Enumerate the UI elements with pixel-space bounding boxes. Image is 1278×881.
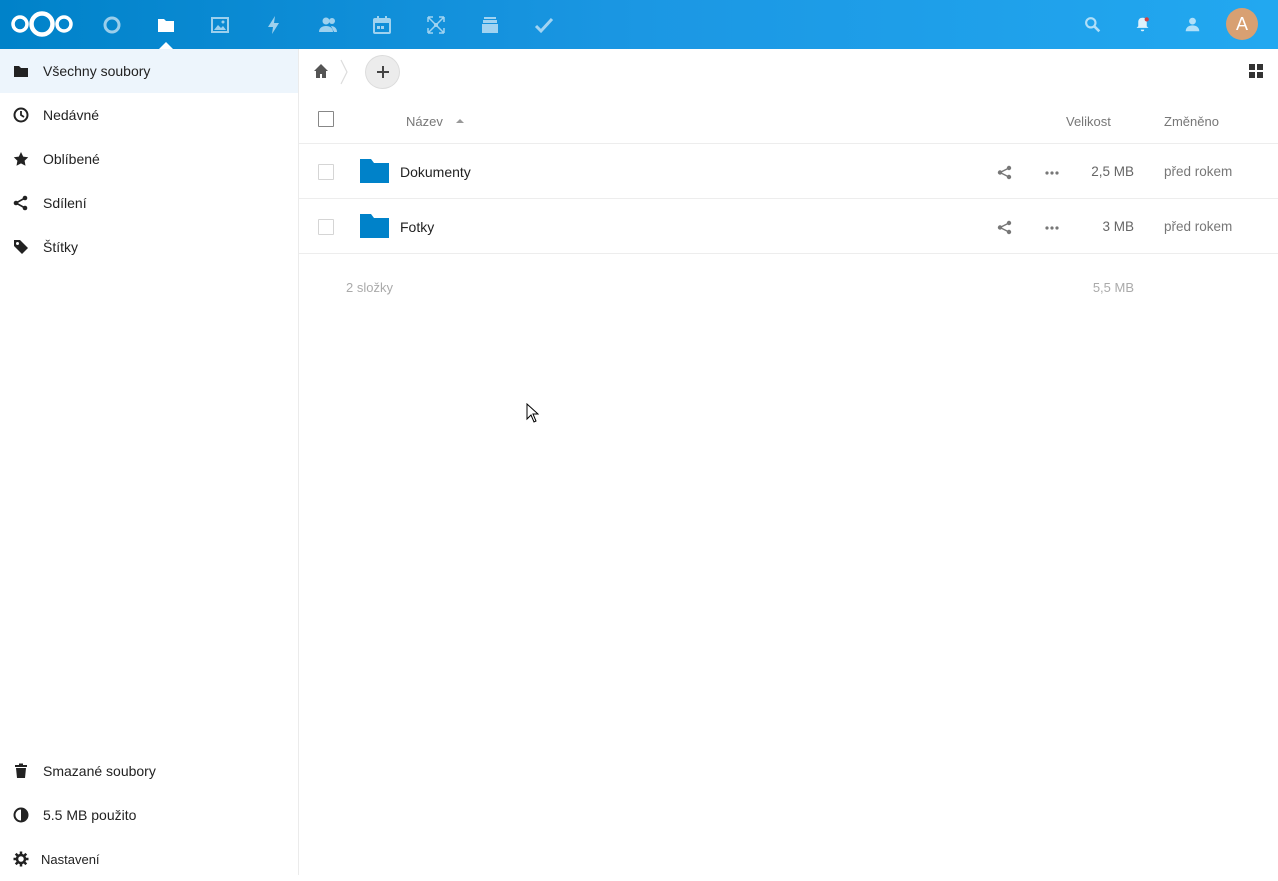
sidebar-item-favorites[interactable]: Oblíbené <box>0 137 298 181</box>
folder-icon <box>158 18 174 32</box>
bell-icon <box>1136 17 1149 32</box>
stack-icon <box>482 16 498 33</box>
select-all-checkbox[interactable] <box>318 111 334 127</box>
column-size[interactable]: Velikost <box>1066 114 1111 129</box>
table-row[interactable]: Fotky 3 MB před rokem <box>299 199 1278 254</box>
app-files[interactable] <box>139 0 193 49</box>
controls-bar <box>299 49 1278 95</box>
gear-icon <box>13 851 29 867</box>
file-size: 2,5 MB <box>1091 164 1134 179</box>
row-checkbox[interactable] <box>318 164 334 180</box>
network-icon <box>427 15 445 34</box>
pie-chart-icon <box>13 807 29 823</box>
more-options-icon[interactable] <box>1044 220 1060 236</box>
share-icon <box>13 195 28 211</box>
folder-icon <box>360 214 389 238</box>
column-name[interactable]: Název <box>406 114 443 129</box>
grid-view-icon[interactable] <box>1249 64 1263 78</box>
circle-icon <box>103 16 121 33</box>
summary-total-size: 5,5 MB <box>1092 280 1134 295</box>
share-icon[interactable] <box>997 165 1012 180</box>
app-maps[interactable] <box>409 0 463 49</box>
search-button[interactable] <box>1072 0 1112 49</box>
calendar-icon <box>373 15 391 34</box>
app-dashboard[interactable] <box>85 0 139 49</box>
folder-icon <box>360 159 389 183</box>
contacts-icon <box>319 17 337 32</box>
search-icon <box>1084 17 1100 33</box>
file-name[interactable]: Fotky <box>400 219 434 235</box>
folder-icon <box>14 66 28 77</box>
mouse-cursor-icon <box>526 403 539 423</box>
app-contacts[interactable] <box>301 0 355 49</box>
app-photos[interactable] <box>193 0 247 49</box>
sort-ascending-icon <box>456 119 464 123</box>
home-icon[interactable] <box>313 63 329 79</box>
contacts-menu-button[interactable] <box>1172 0 1212 49</box>
file-name[interactable]: Dokumenty <box>400 164 471 180</box>
sidebar-item-shares[interactable]: Sdílení <box>0 181 298 225</box>
file-list-summary: 2 složky 5,5 MB <box>299 254 1278 318</box>
more-options-icon[interactable] <box>1044 165 1060 181</box>
app-calendar[interactable] <box>355 0 409 49</box>
avatar[interactable]: A <box>1226 8 1258 40</box>
app-tasks[interactable] <box>517 0 571 49</box>
image-icon <box>211 16 229 33</box>
summary-count: 2 složky <box>346 280 393 295</box>
column-modified[interactable]: Změněno <box>1164 114 1219 129</box>
file-modified: před rokem <box>1164 219 1233 234</box>
table-row[interactable]: Dokumenty 2,5 MB před rokem <box>299 144 1278 199</box>
sidebar-item-trash[interactable]: Smazané soubory <box>0 749 298 793</box>
trash-icon <box>15 763 27 778</box>
sidebar-item-recent[interactable]: Nedávné <box>0 93 298 137</box>
app-deck[interactable] <box>463 0 517 49</box>
new-file-button[interactable] <box>365 55 400 89</box>
sidebar-item-quota: 5.5 MB použito <box>0 793 298 837</box>
nextcloud-logo-icon[interactable] <box>10 10 74 38</box>
tag-icon <box>14 240 28 254</box>
clock-icon <box>13 107 29 123</box>
sidebar-item-all-files[interactable]: Všechny soubory <box>0 49 298 93</box>
checkmark-icon <box>534 17 554 33</box>
sidebar: Všechny soubory Nedávné Oblíbené Sdílení… <box>0 49 299 875</box>
plus-icon <box>376 66 389 78</box>
share-icon[interactable] <box>997 220 1012 235</box>
file-size: 3 MB <box>1102 219 1134 234</box>
breadcrumb-separator-icon <box>340 59 348 85</box>
lightning-icon <box>268 15 279 34</box>
sidebar-item-settings[interactable]: Nastavení <box>0 837 298 881</box>
app-activity[interactable] <box>247 0 301 49</box>
sidebar-item-tags[interactable]: Štítky <box>0 225 298 269</box>
file-modified: před rokem <box>1164 164 1233 179</box>
contacts-menu-icon <box>1185 17 1199 32</box>
row-checkbox[interactable] <box>318 219 334 235</box>
star-icon <box>13 152 29 166</box>
file-list-header: Název Velikost Změněno <box>299 95 1278 144</box>
notifications-button[interactable] <box>1122 0 1162 49</box>
top-bar: A <box>0 0 1278 49</box>
